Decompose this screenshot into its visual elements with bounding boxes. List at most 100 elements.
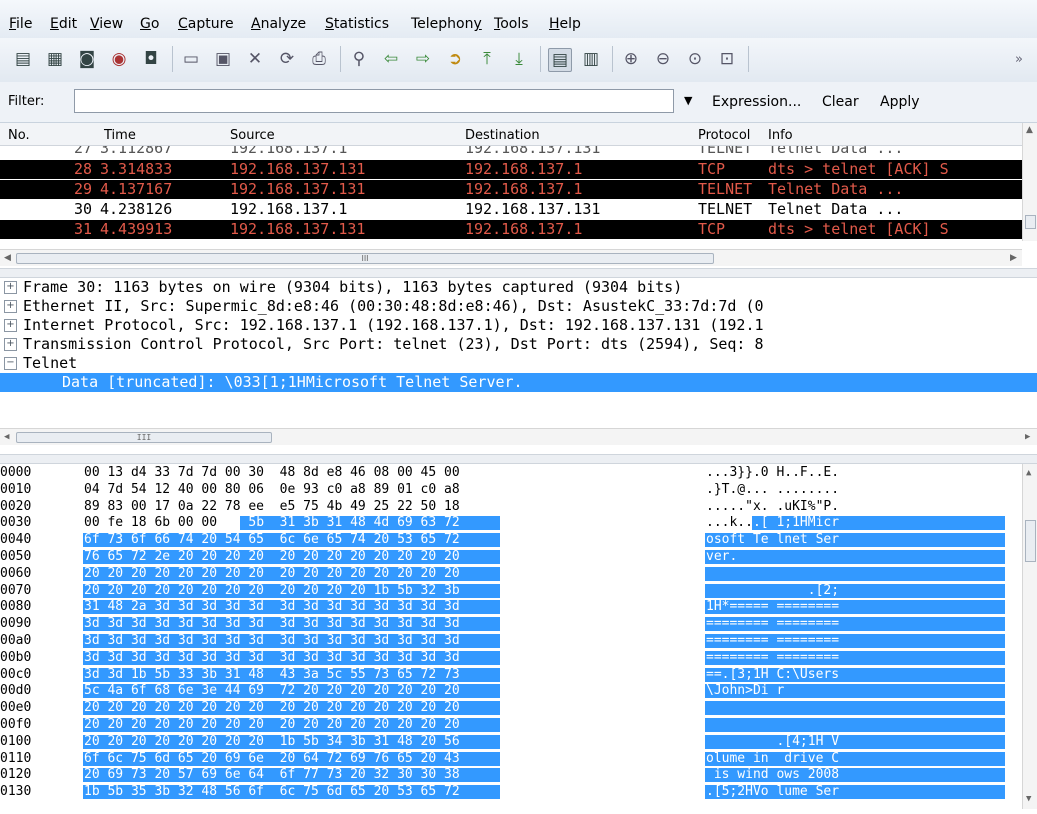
menu-capture[interactable]: Capture [178, 16, 234, 32]
normal-size-icon[interactable]: ⊙ [684, 48, 706, 70]
hex-ascii[interactable]: ======== ======== [706, 634, 839, 648]
menu-tools[interactable]: Tools [494, 16, 529, 32]
packet-row[interactable]: 31 4.439913 192.168.137.131 192.168.137.1 TC… [0, 220, 1022, 239]
expression-button[interactable]: Expression... [712, 94, 801, 110]
restart-capture-icon[interactable]: ◘ [140, 48, 162, 70]
hex-ascii[interactable]: .[2; [706, 583, 839, 598]
menu-file[interactable]: File [9, 16, 32, 32]
pane-divider[interactable] [0, 268, 1037, 278]
expand-icon[interactable]: + [4, 281, 17, 294]
column-protocol[interactable]: Protocol [698, 128, 750, 143]
hex-bytes[interactable]: 31 48 2a 3d 3d 3d 3d 3d 3d 3d 3d 3d 3d 3… [84, 600, 460, 614]
column-source[interactable]: Source [230, 128, 275, 143]
detail-row-ethernet[interactable]: + Ethernet II, Src: Supermic_8d:e8:46 (00… [0, 297, 1037, 316]
hex-bytes[interactable]: 1b 5b 35 3b 32 48 56 6f 6c 75 6d 65 20 5… [84, 785, 460, 799]
hex-ascii[interactable]: ....."x. .uKI%"P. [706, 499, 839, 514]
details-hscroll[interactable]: ◀ III ▶ [0, 428, 1037, 445]
find-packet-icon[interactable]: ⚲ [348, 48, 370, 70]
scroll-thumb[interactable]: III [16, 432, 272, 443]
scroll-right-icon[interactable]: ▶ [1010, 253, 1017, 263]
open-file-icon[interactable]: ▭ [180, 48, 202, 70]
expand-icon[interactable]: + [4, 319, 17, 332]
colorize-icon[interactable]: ▤ [548, 48, 572, 72]
hex-bytes[interactable]: 20 20 20 20 20 20 20 20 1b 5b 34 3b 31 4… [84, 734, 460, 749]
column-no[interactable]: No. [8, 128, 30, 143]
pane-divider[interactable] [0, 454, 1037, 464]
interface-list-icon[interactable]: ▤ [12, 48, 34, 70]
hex-ascii[interactable]: ======== ======== [706, 617, 839, 631]
menu-view[interactable]: View [90, 16, 123, 32]
detail-row-frame[interactable]: + Frame 30: 1163 bytes on wire (9304 bits… [0, 278, 1037, 297]
hex-bytes[interactable]: 5c 4a 6f 68 6e 3e 44 69 72 20 20 20 20 2… [84, 684, 460, 698]
hex-bytes[interactable]: 20 20 20 20 20 20 20 20 20 20 20 20 20 2… [84, 566, 460, 581]
hex-vscroll[interactable]: ▲ ▼ [1022, 464, 1037, 809]
menu-analyze[interactable]: Analyze [251, 16, 306, 32]
expand-icon[interactable]: + [4, 300, 17, 313]
auto-scroll-icon[interactable]: ▥ [580, 48, 602, 70]
close-file-icon[interactable]: ✕ [244, 48, 266, 70]
go-first-packet-icon[interactable]: ⤒ [476, 48, 498, 70]
hex-ascii[interactable]: osoft Te lnet Ser [706, 533, 839, 547]
column-info[interactable]: Info [768, 128, 793, 143]
hex-bytes[interactable]: 3d 3d 3d 3d 3d 3d 3d 3d 3d 3d 3d 3d 3d 3… [84, 634, 460, 648]
filter-dropdown-icon[interactable]: ▼ [684, 94, 692, 107]
go-back-icon[interactable]: ⇦ [380, 48, 402, 70]
hex-ascii[interactable]: .[5;2HVo lume Ser [706, 785, 839, 799]
hex-ascii[interactable]: 1H*===== ======== [706, 600, 839, 614]
scroll-up-icon[interactable]: ▲ [1026, 125, 1033, 135]
save-file-icon[interactable]: ▣ [212, 48, 234, 70]
hex-ascii[interactable]: is wind ows 2008 [706, 768, 839, 782]
go-forward-icon[interactable]: ⇨ [412, 48, 434, 70]
apply-button[interactable]: Apply [880, 94, 920, 110]
resize-columns-icon[interactable]: ⊡ [716, 48, 738, 70]
print-icon[interactable]: ⎙ [308, 48, 330, 70]
capture-options-icon[interactable]: ▦ [44, 48, 66, 70]
scroll-down-icon[interactable]: ▼ [1026, 794, 1031, 804]
detail-row-ip[interactable]: + Internet Protocol, Src: 192.168.137.1 (… [0, 316, 1037, 335]
hex-ascii[interactable]: ==.[3;1H C:\Users [706, 667, 839, 682]
packet-list-hscroll[interactable]: ◀ III ▶ [0, 249, 1022, 266]
packet-list-vscroll[interactable]: ▲ [1022, 123, 1037, 241]
hex-bytes[interactable]: 20 20 20 20 20 20 20 20 20 20 20 20 1b 5… [84, 583, 460, 598]
scroll-thumb[interactable] [1025, 215, 1036, 229]
column-destination[interactable]: Destination [465, 128, 540, 143]
hex-bytes[interactable]: 20 20 20 20 20 20 20 20 20 20 20 20 20 2… [84, 718, 460, 732]
scroll-left-icon[interactable]: ◀ [4, 432, 9, 442]
zoom-out-icon[interactable]: ⊖ [652, 48, 674, 70]
hex-bytes[interactable]: 3d 3d 1b 5b 33 3b 31 48 43 3a 5c 55 73 6… [84, 667, 460, 682]
go-to-packet-icon[interactable]: ➲ [444, 48, 466, 70]
scroll-thumb[interactable]: III [16, 253, 714, 264]
packet-row[interactable]: 29 4.137167 192.168.137.131 192.168.137.1 TE… [0, 180, 1022, 199]
scroll-thumb[interactable] [1025, 520, 1036, 562]
detail-row-data-selected[interactable]: Data [truncated]: \033[1;1HMicrosoft Tel… [0, 373, 1037, 392]
zoom-in-icon[interactable]: ⊕ [620, 48, 642, 70]
detail-row-tcp[interactable]: + Transmission Control Protocol, Src Port… [0, 335, 1037, 354]
hex-ascii[interactable]: .}T.@... ........ [706, 482, 839, 497]
column-time[interactable]: Time [104, 128, 136, 143]
hex-ascii[interactable]: \John>Di r [706, 684, 784, 698]
hex-ascii[interactable]: ...3}}.0 H..F..E. [706, 466, 839, 480]
menu-statistics[interactable]: Statistics [325, 16, 389, 32]
hex-bytes[interactable]: 3d 3d 3d 3d 3d 3d 3d 3d 3d 3d 3d 3d 3d 3… [84, 617, 460, 631]
hex-ascii[interactable]: ver. [706, 550, 737, 564]
hex-bytes[interactable]: 00 fe 18 6b 00 00 1b 5b 31 3b 31 48 4d 6… [84, 516, 460, 530]
hex-bytes[interactable]: 76 65 72 2e 20 20 20 20 20 20 20 20 20 2… [84, 550, 460, 564]
hex-ascii[interactable]: olume in drive C [706, 751, 839, 766]
menu-go[interactable]: Go [140, 16, 159, 32]
packet-row[interactable]: 28 3.314833 192.168.137.131 192.168.137.1 TC… [0, 160, 1022, 179]
start-capture-icon[interactable]: ◙ [76, 48, 98, 70]
scroll-up-icon[interactable]: ▲ [1026, 468, 1031, 478]
menu-edit[interactable]: Edit [50, 16, 77, 32]
toolbar-overflow-icon[interactable]: » [1008, 48, 1030, 70]
hex-bytes[interactable]: 04 7d 54 12 40 00 80 06 0e 93 c0 a8 89 0… [84, 482, 460, 497]
hex-bytes[interactable]: 6f 6c 75 6d 65 20 69 6e 20 64 72 69 76 6… [84, 751, 460, 766]
hex-bytes[interactable]: 89 83 00 17 0a 22 78 ee e5 75 4b 49 25 2… [84, 499, 460, 514]
scroll-right-icon[interactable]: ▶ [1025, 432, 1030, 442]
hex-bytes[interactable]: 20 20 20 20 20 20 20 20 20 20 20 20 20 2… [84, 701, 460, 715]
hex-bytes[interactable]: 3d 3d 3d 3d 3d 3d 3d 3d 3d 3d 3d 3d 3d 3… [84, 650, 460, 665]
hex-bytes[interactable]: 6f 73 6f 66 74 20 54 65 6c 6e 65 74 20 5… [84, 533, 460, 547]
go-last-packet-icon[interactable]: ⤓ [508, 48, 530, 70]
reload-icon[interactable]: ⟳ [276, 48, 298, 70]
stop-capture-icon[interactable]: ◉ [108, 48, 130, 70]
hex-ascii[interactable]: ...k...[ 1;1HMicr [706, 516, 839, 530]
